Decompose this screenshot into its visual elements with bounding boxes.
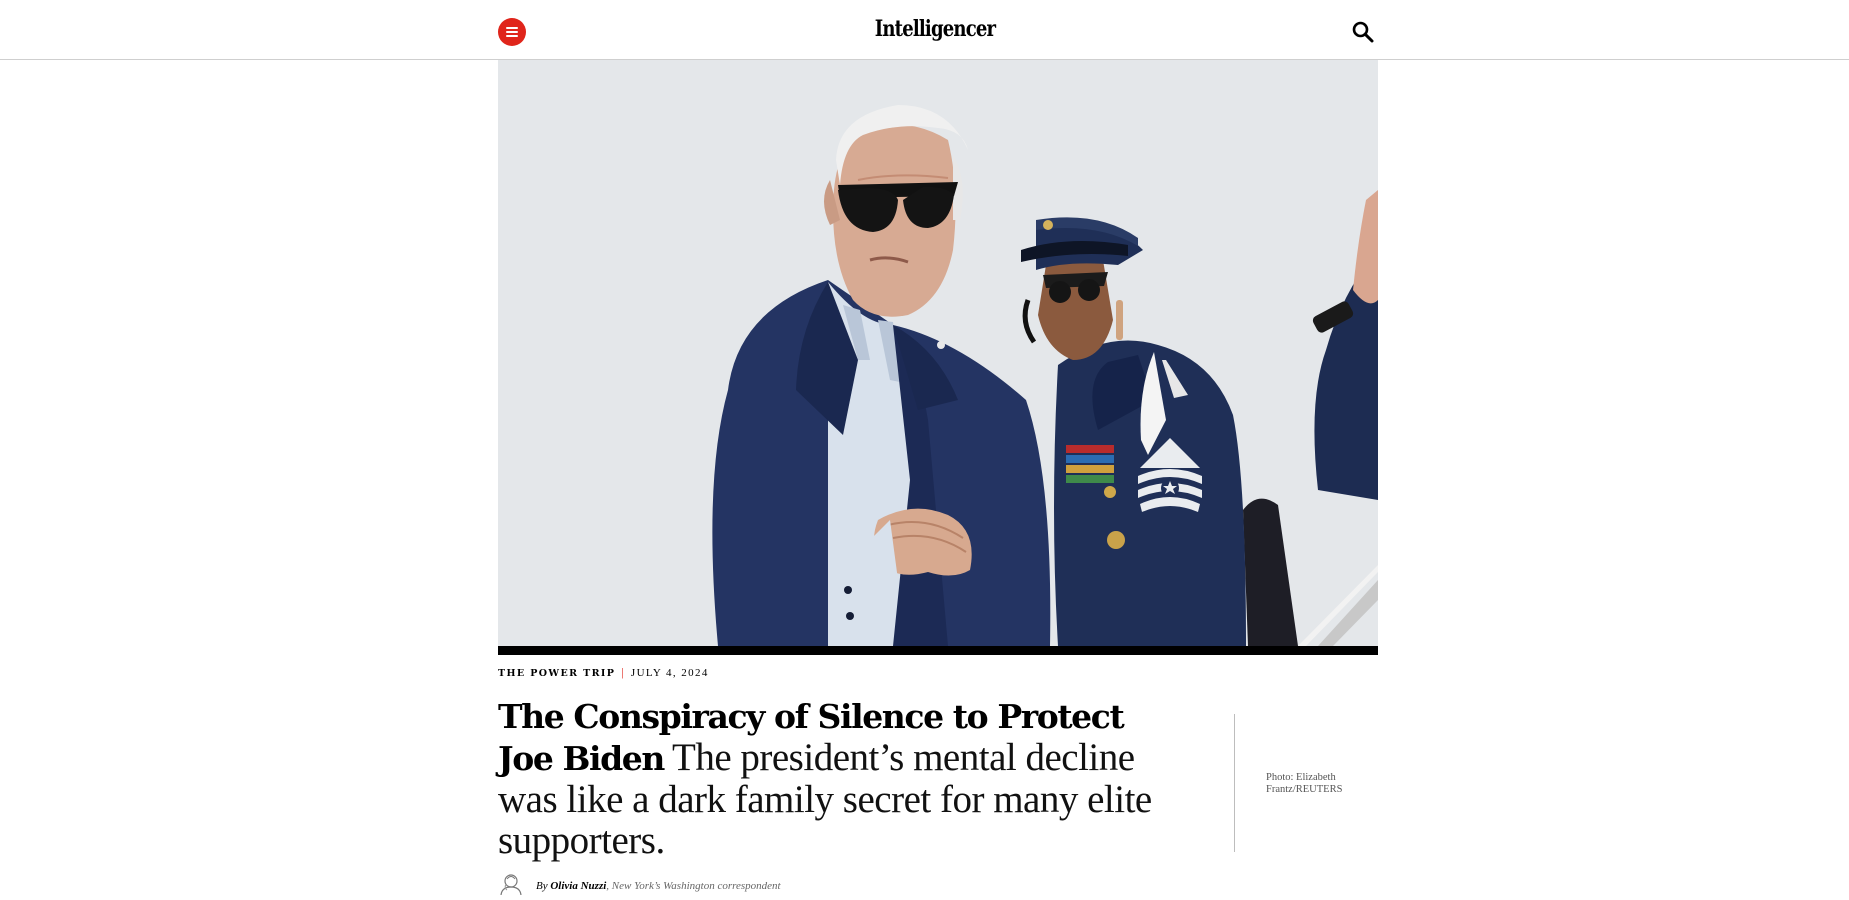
site-header: Intelligencer [0, 0, 1849, 60]
lead-photo[interactable] [498, 60, 1378, 646]
credit-divider [1234, 714, 1235, 852]
search-icon-glyph [1352, 21, 1374, 43]
byline-prefix: By [536, 880, 548, 892]
hero-divider [498, 646, 1378, 655]
publish-date: JULY 4, 2024 [630, 667, 709, 679]
author-role: New York’s Washington correspondent [611, 880, 781, 892]
author-avatar[interactable] [498, 872, 524, 896]
author-link[interactable]: Olivia Nuzzi [550, 880, 606, 892]
site-logo[interactable]: Intelligencer [168, 16, 1701, 42]
byline-text: By Olivia Nuzzi, New York’s Washington c… [536, 878, 781, 894]
rubric-link[interactable]: THE POWER TRIP [498, 668, 615, 679]
lead-photo-illustration [498, 60, 1378, 646]
article-headline: The Conspiracy of Silence to Protect Joe… [498, 696, 1178, 861]
search-icon[interactable] [1351, 20, 1375, 44]
article-kicker: THE POWER TRIP | JULY 4, 2024 [498, 664, 709, 680]
avatar-illustration [500, 874, 522, 896]
kicker-separator: | [621, 665, 625, 679]
photo-credit: Photo: Elizabeth Frantz/REUTERS [1266, 772, 1343, 795]
